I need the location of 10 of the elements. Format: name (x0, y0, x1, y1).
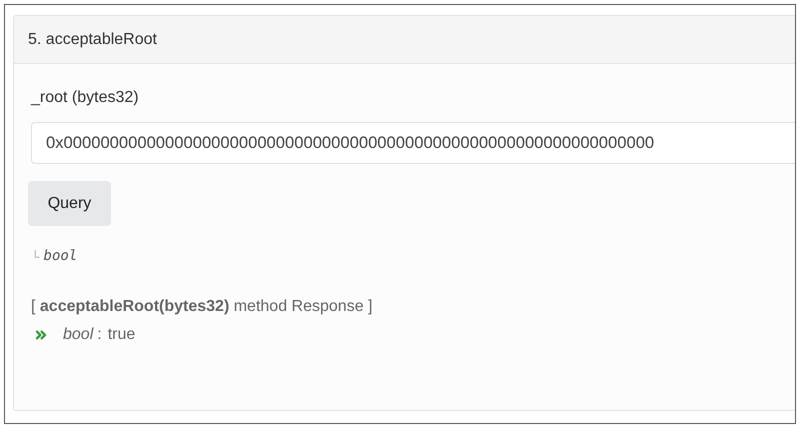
field-label: _root (bytes32) (31, 88, 139, 108)
query-button[interactable]: Query (28, 181, 111, 226)
card-title: 5. acceptableRoot (28, 30, 157, 50)
output-type: bool (44, 247, 78, 266)
branch-glyph: └ (31, 248, 40, 266)
response-value: true (108, 325, 136, 345)
response-heading: [ acceptableRoot(bytes32) method Response ] (31, 297, 372, 317)
response-separator: : (97, 325, 102, 345)
input-field[interactable]: 0x0000000000000000000000000000000000000000000000000000000000000000 (31, 122, 795, 164)
response-type: bool (63, 325, 94, 345)
